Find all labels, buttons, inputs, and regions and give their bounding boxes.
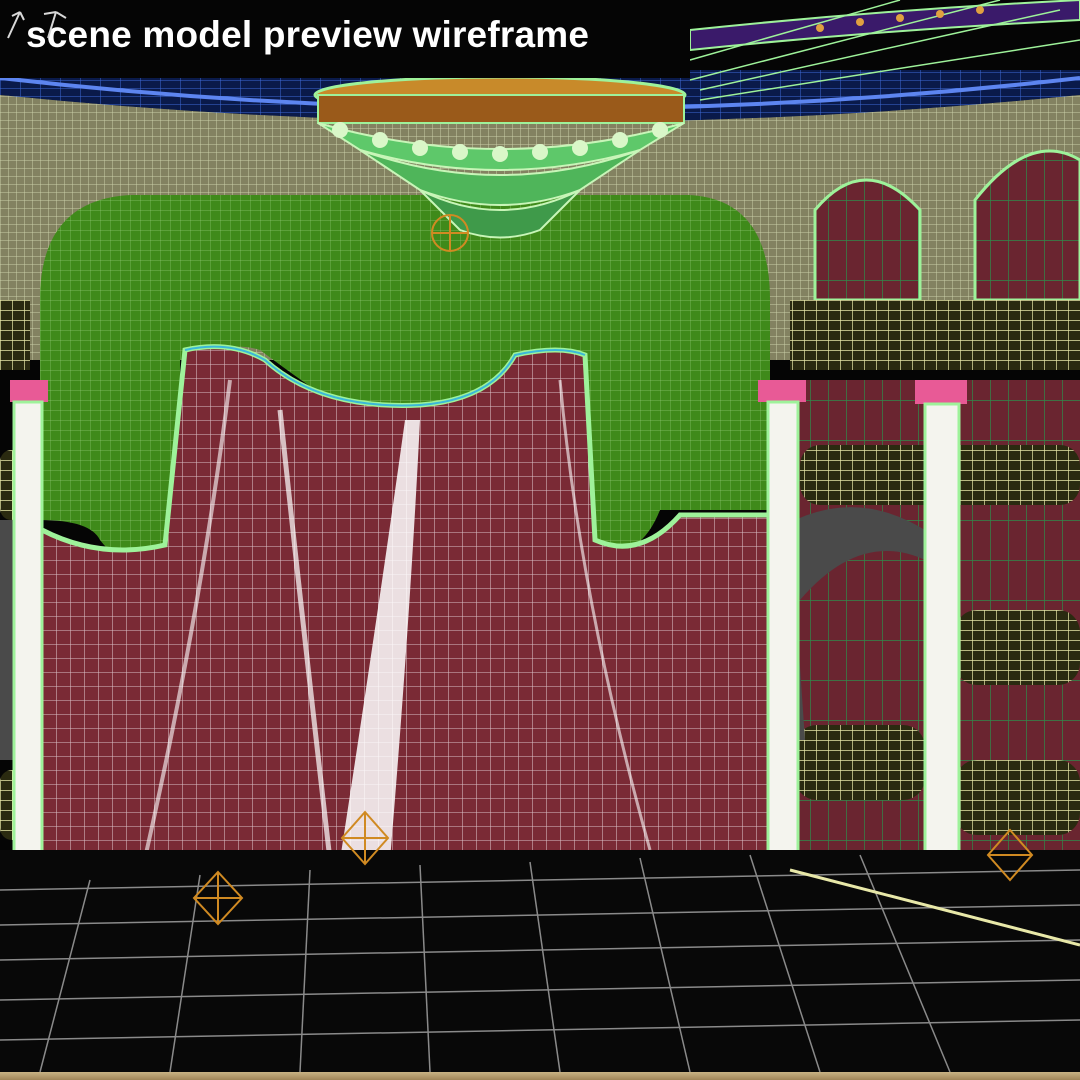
viewport-bottom-border: [0, 1072, 1080, 1080]
3d-viewport[interactable]: scene model preview wireframe: [0, 0, 1080, 1080]
axis-gizmo-icon[interactable]: [0, 0, 80, 40]
wireframe-scene[interactable]: [0, 0, 1080, 1080]
viewport-title: scene model preview wireframe: [26, 14, 590, 55]
stage-floor: [0, 850, 1080, 1073]
viewport-title-bar: scene model preview wireframe: [0, 0, 690, 78]
